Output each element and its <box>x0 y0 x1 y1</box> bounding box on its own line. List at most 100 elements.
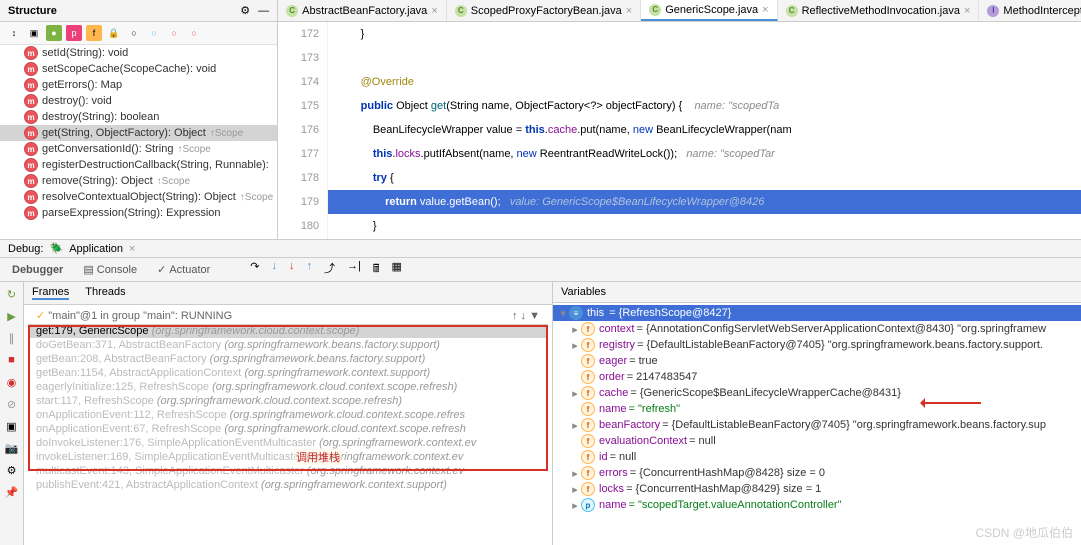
collapse-icon[interactable]: ▾ <box>557 307 569 320</box>
variable-row[interactable]: fevaluationContext = null <box>553 433 1081 449</box>
stack-frame[interactable]: onApplicationEvent:112, RefreshScope (or… <box>28 408 548 422</box>
variable-row[interactable]: ▸fcache = {GenericScope$BeanLifecycleWra… <box>553 385 1081 401</box>
close-icon[interactable]: × <box>129 243 135 255</box>
filter-frames-icon[interactable]: ▼ <box>529 310 540 322</box>
editor-tab[interactable]: CReflectiveMethodInvocation.java× <box>778 0 980 21</box>
expand-icon[interactable]: ▸ <box>569 339 581 352</box>
method-filter-icon[interactable]: ○ <box>126 25 142 41</box>
camera-icon[interactable]: 📷 <box>4 440 20 456</box>
method-item[interactable]: mgetErrors(): Map <box>0 77 277 93</box>
expand-icon[interactable]: ▸ <box>569 419 581 432</box>
tab-actuator[interactable]: ✓ Actuator <box>153 260 214 279</box>
layout-icon[interactable]: ▣ <box>4 418 20 434</box>
sort-icon[interactable]: ↕ <box>6 25 22 41</box>
settings-icon[interactable]: ⚙ <box>4 462 20 478</box>
field-filter-icon[interactable]: f <box>86 25 102 41</box>
expand-icon[interactable]: ▸ <box>569 499 581 512</box>
variable-row[interactable]: ▸pname = "scopedTarget.valueAnnotationCo… <box>553 497 1081 513</box>
method-item[interactable]: mgetConversationId(): String↑Scope <box>0 141 277 157</box>
pause-icon[interactable]: ∥ <box>4 330 20 346</box>
lock-filter-icon[interactable]: 🔒 <box>106 25 122 41</box>
method-item[interactable]: mdestroy(String): boolean <box>0 109 277 125</box>
rerun-icon[interactable]: ↻ <box>4 286 20 302</box>
close-tab-icon[interactable]: × <box>762 4 768 16</box>
filter-icon[interactable]: ▣ <box>26 25 42 41</box>
thread-selector[interactable]: ✓ "main"@1 in group "main": RUNNING ↑ ↓ … <box>28 307 548 324</box>
stack-frame[interactable]: onApplicationEvent:67, RefreshScope (org… <box>28 422 548 436</box>
variable-row[interactable]: ▸ferrors = {ConcurrentHashMap@8428} size… <box>553 465 1081 481</box>
close-tab-icon[interactable]: × <box>626 5 632 17</box>
tab-debugger[interactable]: Debugger <box>8 260 67 279</box>
trace-icon[interactable]: ▦ <box>391 260 401 279</box>
editor-tab[interactable]: CGenericScope.java× <box>641 0 777 21</box>
variable-row[interactable]: feager = true <box>553 353 1081 369</box>
stack-frame[interactable]: doInvokeListener:176, SimpleApplicationE… <box>28 436 548 450</box>
method-icon: m <box>24 78 38 92</box>
method-item[interactable]: msetId(String): void <box>0 45 277 61</box>
threads-tab[interactable]: Threads <box>85 286 125 300</box>
method-item[interactable]: msetScopeCache(ScopeCache): void <box>0 61 277 77</box>
class-filter-icon[interactable]: ● <box>46 25 62 41</box>
stop-icon[interactable]: ■ <box>4 352 20 368</box>
interface-filter-icon[interactable]: ○ <box>146 25 162 41</box>
editor-tab[interactable]: CAbstractBeanFactory.java× <box>278 0 447 21</box>
expand-icon[interactable]: ▸ <box>569 387 581 400</box>
variable-row[interactable]: fname = "refresh" <box>553 401 1081 417</box>
stack-frame[interactable]: invokeListener:169, SimpleApplicationEve… <box>28 450 548 464</box>
tab-console[interactable]: ▤ Console <box>79 260 141 279</box>
override-filter-icon[interactable]: ○ <box>166 25 182 41</box>
mute-breakpoints-icon[interactable]: ⊘ <box>4 396 20 412</box>
method-item[interactable]: mdestroy(): void <box>0 93 277 109</box>
pin-icon[interactable]: 📌 <box>4 484 20 500</box>
method-item[interactable]: mregisterDestructionCallback(String, Run… <box>0 157 277 173</box>
frames-tab[interactable]: Frames <box>32 286 69 300</box>
property-filter-icon[interactable]: p <box>66 25 82 41</box>
method-item[interactable]: mremove(String): Object↑Scope <box>0 173 277 189</box>
stack-frame[interactable]: getBean:1154, AbstractApplicationContext… <box>28 366 548 380</box>
var-type-icon: f <box>581 434 595 448</box>
expand-icon[interactable]: ▸ <box>569 323 581 336</box>
stack-frame[interactable]: getBean:208, AbstractBeanFactory (org.sp… <box>28 352 548 366</box>
close-tab-icon[interactable]: × <box>431 5 437 17</box>
variable-row[interactable]: ▸fbeanFactory = {DefaultListableBeanFact… <box>553 417 1081 433</box>
drop-frame-icon[interactable]: ⤴ <box>324 260 335 279</box>
code-area[interactable]: 172173174●↑175176177178🐞179180181 } @Ove… <box>278 22 1081 239</box>
prev-frame-icon[interactable]: ↑ <box>512 310 518 322</box>
stack-frame[interactable]: publishEvent:421, AbstractApplicationCon… <box>28 478 548 492</box>
stack-frame[interactable]: start:117, RefreshScope (org.springframe… <box>28 394 548 408</box>
variable-row[interactable]: forder = 2147483547 <box>553 369 1081 385</box>
step-into-icon[interactable]: ↓ <box>272 260 278 279</box>
resume-icon[interactable]: ▶ <box>4 308 20 324</box>
minimize-icon[interactable]: — <box>258 5 269 17</box>
method-item[interactable]: mget(String, ObjectFactory): Object↑Scop… <box>0 125 277 141</box>
breakpoints-icon[interactable]: ◉ <box>4 374 20 390</box>
editor-panel: CAbstractBeanFactory.java×CScopedProxyFa… <box>278 0 1081 239</box>
variable-row[interactable]: fid = null <box>553 449 1081 465</box>
close-tab-icon[interactable]: × <box>964 5 970 17</box>
next-frame-icon[interactable]: ↓ <box>521 310 527 322</box>
gear-icon[interactable]: ⚙ <box>240 4 250 17</box>
variable-row[interactable]: ▸fregistry = {DefaultListableBeanFactory… <box>553 337 1081 353</box>
expand-icon[interactable]: ▸ <box>569 483 581 496</box>
method-item[interactable]: mparseExpression(String): Expression <box>0 205 277 221</box>
expand-icon[interactable]: ▸ <box>569 467 581 480</box>
step-over-icon[interactable]: ↷ <box>250 260 259 279</box>
run-to-cursor-icon[interactable]: →| <box>347 260 361 279</box>
stack-frame[interactable]: multicastEvent:143, SimpleApplicationEve… <box>28 464 548 478</box>
file-type-icon: C <box>286 5 298 17</box>
editor-tab[interactable]: IMethodInterceptor× <box>979 0 1081 21</box>
stack-frame[interactable]: doGetBean:371, AbstractBeanFactory (org.… <box>28 338 548 352</box>
evaluate-icon[interactable]: 🖩 <box>373 260 380 279</box>
file-type-icon: I <box>987 5 999 17</box>
impl-filter-icon[interactable]: ○ <box>186 25 202 41</box>
stack-frame[interactable]: eagerlyInitialize:125, RefreshScope (org… <box>28 380 548 394</box>
variable-row[interactable]: ▸flocks = {ConcurrentHashMap@8429} size … <box>553 481 1081 497</box>
variable-row[interactable]: ▸fcontext = {AnnotationConfigServletWebS… <box>553 321 1081 337</box>
stack-frame[interactable]: get:179, GenericScope (org.springframewo… <box>28 324 548 338</box>
editor-tab[interactable]: CScopedProxyFactoryBean.java× <box>447 0 641 21</box>
force-step-into-icon[interactable]: ↓ <box>289 260 295 279</box>
step-out-icon[interactable]: ↑ <box>307 260 313 279</box>
method-icon: m <box>24 206 38 220</box>
var-root[interactable]: ▾ ≡ this = {RefreshScope@8427} <box>553 305 1081 321</box>
method-item[interactable]: mresolveContextualObject(String): Object… <box>0 189 277 205</box>
